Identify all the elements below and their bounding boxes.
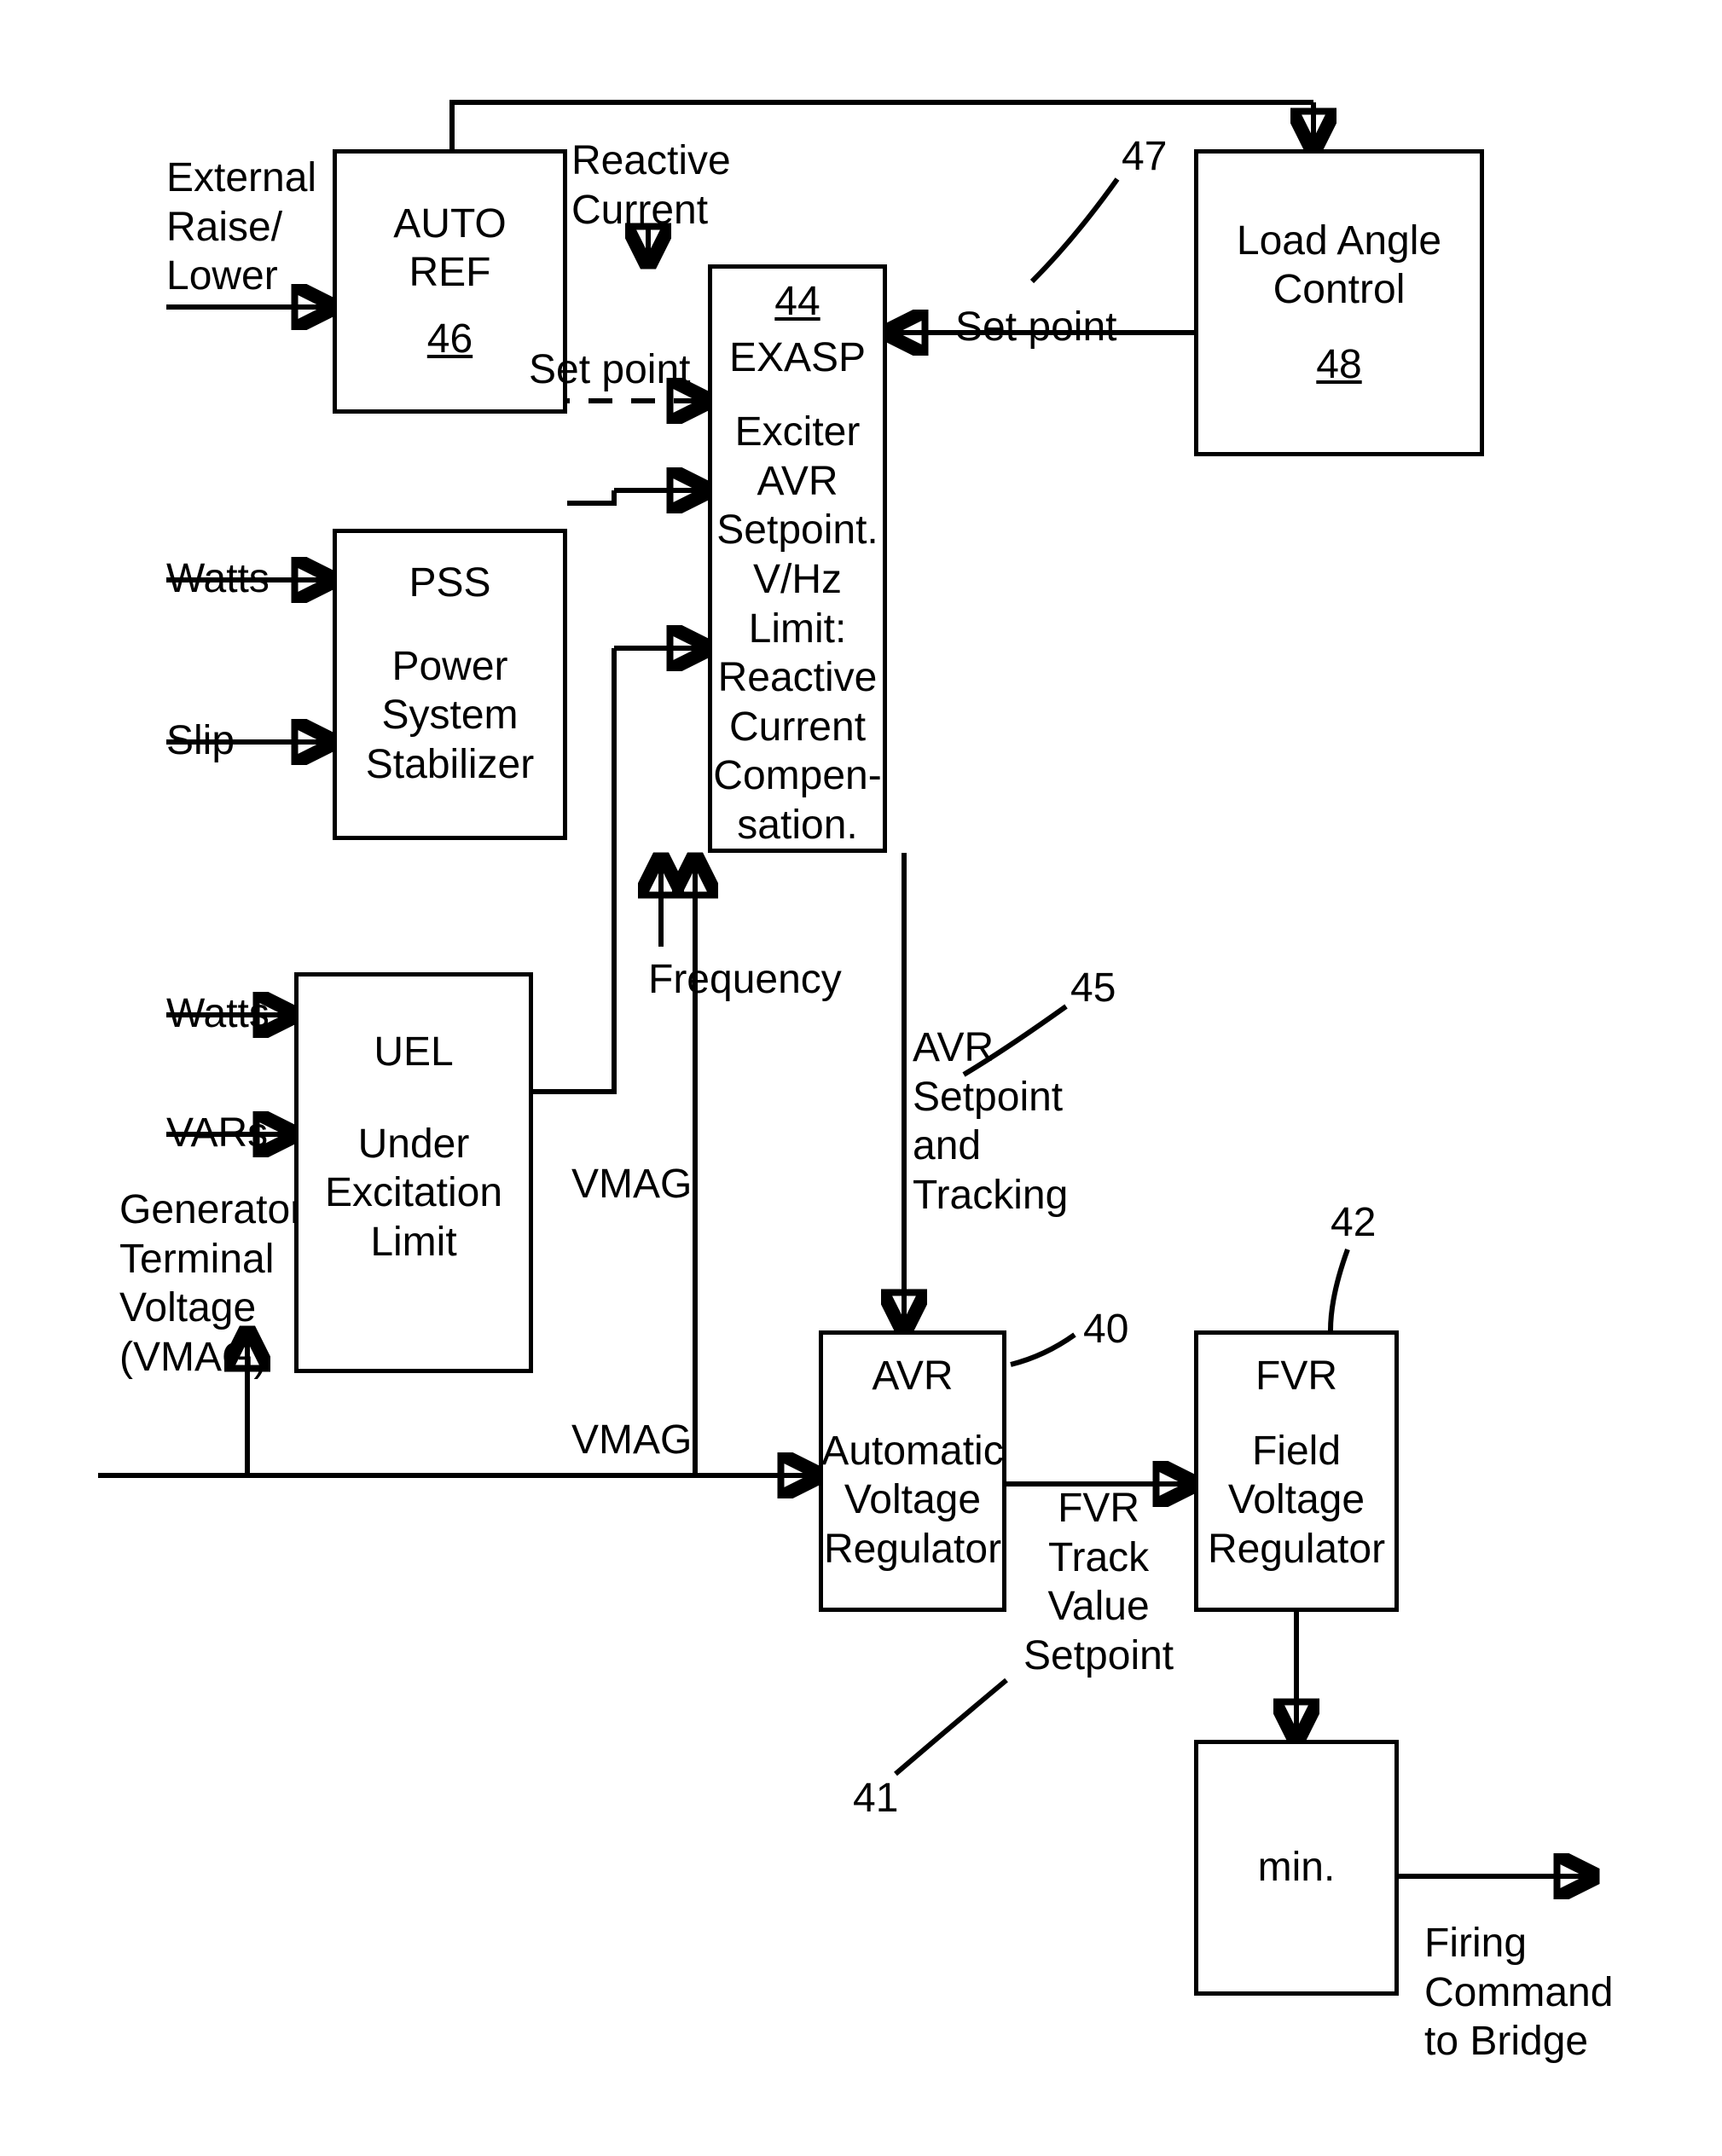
input-frequency: Frequency	[648, 955, 842, 1005]
signal-avr-setpoint-tracking: AVR Setpoint and Tracking	[913, 1023, 1068, 1220]
pss-title: PSS	[409, 559, 490, 608]
avr-desc: Automatic Voltage Regulator	[821, 1427, 1003, 1574]
signal-set-point-right: Set point	[955, 303, 1116, 352]
uel-title: UEL	[374, 1028, 453, 1077]
label-vmag-mid: VMAG	[571, 1160, 692, 1209]
block-avr: AVR Automatic Voltage Regulator	[819, 1330, 1006, 1612]
input-vars: VARs	[166, 1109, 268, 1158]
input-slip: Slip	[166, 716, 235, 766]
exasp-title: EXASP	[729, 333, 866, 383]
block-pss: PSS Power System Stabilizer	[333, 529, 567, 840]
input-external-raise-lower: External Raise/ Lower	[166, 154, 316, 301]
callout-40: 40	[1083, 1305, 1128, 1354]
min-title: min.	[1258, 1843, 1336, 1892]
input-reactive-current: Reactive Current	[571, 136, 731, 235]
input-generator-terminal-voltage: Generator Terminal Voltage (VMAG)	[119, 1185, 304, 1382]
avr-title: AVR	[872, 1352, 953, 1401]
input-watts-2: Watts	[166, 989, 270, 1039]
block-load-angle-control: Load Angle Control 48	[1194, 149, 1484, 456]
block-fvr: FVR Field Voltage Regulator	[1194, 1330, 1399, 1612]
signal-firing-command: Firing Command to Bridge	[1424, 1919, 1613, 2066]
fvr-title: FVR	[1255, 1352, 1337, 1401]
label-vmag-low: VMAG	[571, 1416, 692, 1465]
signal-fvr-track: FVR Track Value Setpoint	[1023, 1484, 1174, 1680]
input-watts-1: Watts	[166, 554, 270, 604]
fvr-desc: Field Voltage Regulator	[1208, 1427, 1385, 1574]
load-angle-ref: 48	[1316, 340, 1361, 390]
callout-47: 47	[1122, 132, 1167, 182]
load-angle-title: Load Angle Control	[1237, 217, 1441, 315]
exasp-desc: Exciter AVR Setpoint. V/Hz Limit: Reacti…	[713, 408, 881, 849]
auto-ref-ref: 46	[427, 315, 473, 364]
diagram-canvas: External Raise/ Lower Reactive Current W…	[0, 0, 1722, 2156]
signal-set-point-dashed: Set point	[529, 345, 690, 395]
uel-desc: Under Excitation Limit	[325, 1120, 502, 1267]
callout-45: 45	[1070, 964, 1116, 1013]
block-exasp: 44 EXASP Exciter AVR Setpoint. V/Hz Limi…	[708, 264, 887, 853]
callout-41: 41	[853, 1774, 898, 1823]
auto-ref-title: AUTO REF	[393, 200, 506, 298]
block-min: min.	[1194, 1740, 1399, 1996]
pss-desc: Power System Stabilizer	[366, 642, 534, 790]
callout-42: 42	[1331, 1198, 1376, 1248]
block-uel: UEL Under Excitation Limit	[294, 972, 533, 1373]
exasp-ref: 44	[774, 277, 820, 327]
